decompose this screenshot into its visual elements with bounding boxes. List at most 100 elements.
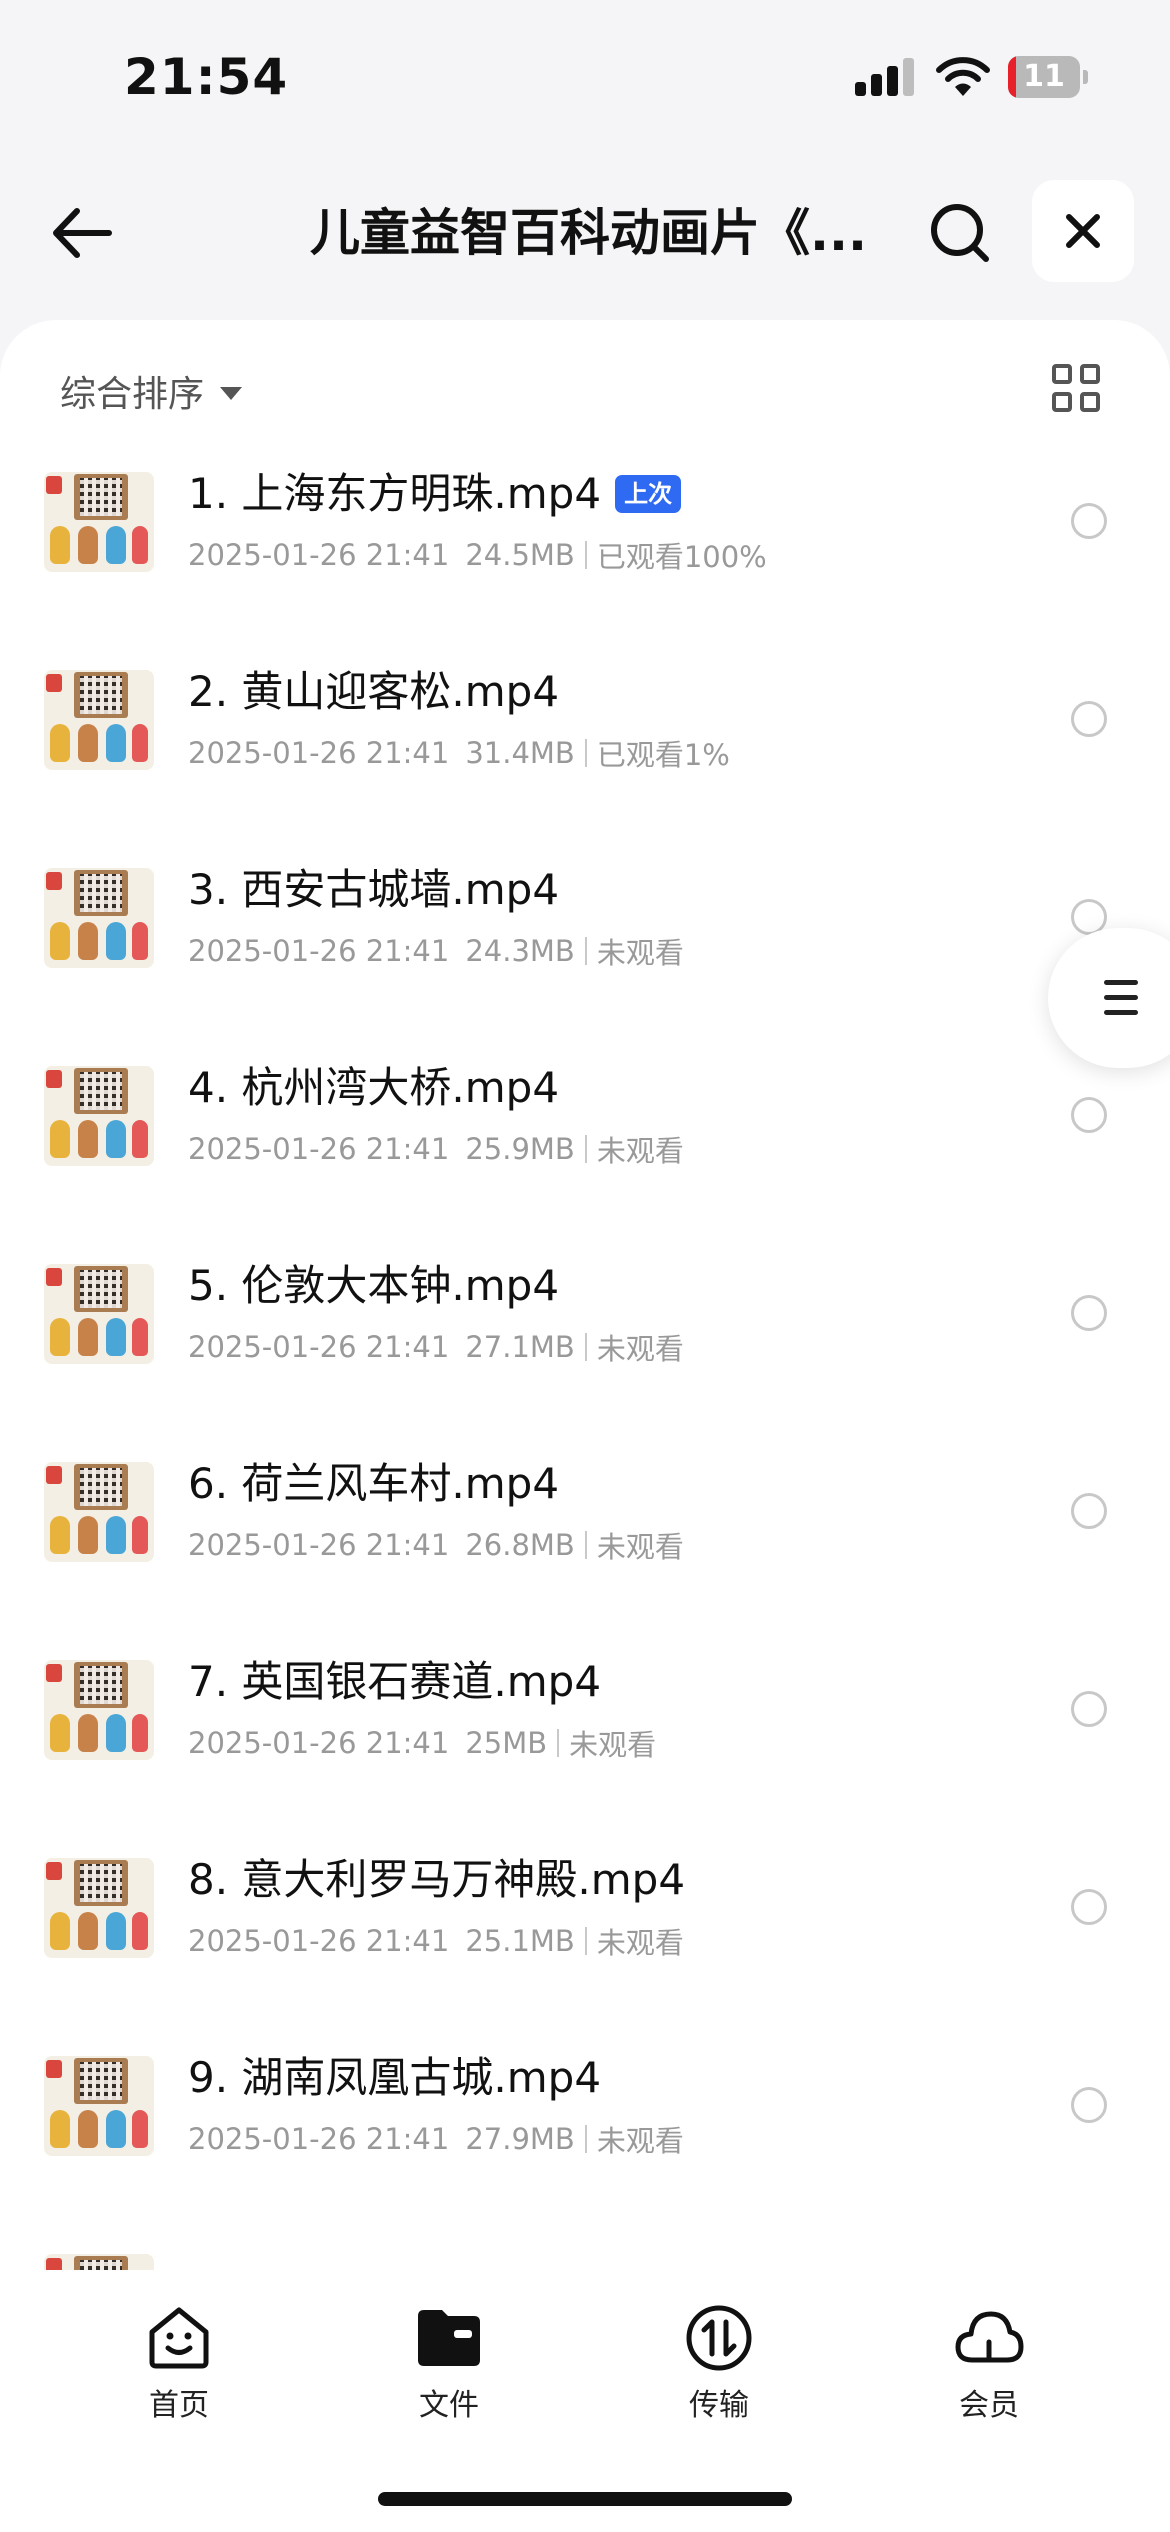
- last-watched-badge: 上次: [615, 475, 682, 513]
- file-meta: 2025-01-26 21:41 31.4MB 已观看1%: [188, 732, 730, 774]
- file-meta: 2025-01-26 21:41 27.9MB 未观看: [188, 2118, 684, 2160]
- home-indicator: [378, 2492, 792, 2506]
- file-name: 6. 荷兰风车村.mp4: [188, 1456, 559, 1512]
- meta-divider: [584, 1531, 587, 1559]
- search-icon: [931, 204, 989, 262]
- file-name: 7. 英国银石赛道.mp4: [188, 1654, 601, 1710]
- select-radio[interactable]: [1071, 1295, 1107, 1331]
- file-date: 2025-01-26 21:41: [188, 538, 450, 572]
- file-row[interactable]: 6. 荷兰风车村.mp4 2025-01-26 21:41 26.8MB 未观看: [0, 1410, 1170, 1608]
- tab-files[interactable]: 文件: [359, 2290, 539, 2423]
- file-name: 3. 西安古城墙.mp4: [188, 862, 559, 918]
- status-time: 21:54: [124, 48, 289, 106]
- battery-icon: 11: [1008, 56, 1088, 98]
- file-meta: 2025-01-26 21:41 24.5MB 已观看100%: [188, 534, 767, 576]
- file-date: 2025-01-26 21:41: [188, 736, 450, 770]
- file-name-text: 1. 上海东方明珠.mp4: [188, 469, 602, 518]
- select-radio[interactable]: [1071, 701, 1107, 737]
- file-name-text: 9. 湖南凤凰古城.mp4: [188, 2053, 602, 2102]
- file-size: 24.3MB: [465, 934, 575, 968]
- file-list-card: 综合排序 1. 上海东方明珠.mp4 上次 2025-01-26 21:41 2…: [0, 320, 1170, 2270]
- select-radio[interactable]: [1071, 1889, 1107, 1925]
- tab-home[interactable]: 首页: [89, 2290, 269, 2423]
- file-meta: 2025-01-26 21:41 24.3MB 未观看: [188, 930, 684, 972]
- file-size: 24.5MB: [465, 538, 575, 572]
- meta-divider: [584, 937, 587, 965]
- file-size: 31.4MB: [465, 736, 575, 770]
- file-name-text: 6. 荷兰风车村.mp4: [188, 1459, 560, 1508]
- file-name: 9. 湖南凤凰古城.mp4: [188, 2050, 601, 2106]
- file-row[interactable]: 2. 黄山迎客松.mp4 2025-01-26 21:41 31.4MB 已观看…: [0, 618, 1170, 816]
- file-date: 2025-01-26 21:41: [188, 1924, 450, 1958]
- watch-status: 已观看100%: [596, 540, 767, 574]
- watch-status: 未观看: [596, 1530, 684, 1564]
- select-radio[interactable]: [1071, 503, 1107, 539]
- page-title: 儿童益智百科动画片《...: [310, 204, 867, 262]
- search-button[interactable]: [922, 195, 998, 271]
- home-smile-icon: [149, 2307, 209, 2369]
- file-row[interactable]: 3. 西安古城墙.mp4 2025-01-26 21:41 24.3MB 未观看: [0, 816, 1170, 1014]
- nav-bar: 儿童益智百科动画片《...: [0, 170, 1170, 296]
- file-date: 2025-01-26 21:41: [188, 1330, 450, 1364]
- video-thumbnail: [44, 1858, 154, 1958]
- meta-divider: [557, 1729, 560, 1757]
- file-date: 2025-01-26 21:41: [188, 1726, 450, 1760]
- file-date: 2025-01-26 21:41: [188, 1528, 450, 1562]
- file-row-partial: [0, 2202, 1170, 2270]
- watch-status: 未观看: [596, 2124, 684, 2158]
- file-name-text: 2. 黄山迎客松.mp4: [188, 667, 560, 716]
- file-row[interactable]: 5. 伦敦大本钟.mp4 2025-01-26 21:41 27.1MB 未观看: [0, 1212, 1170, 1410]
- file-name: 8. 意大利罗马万神殿.mp4: [188, 1852, 685, 1908]
- status-bar: 21:54 11: [0, 0, 1170, 150]
- back-button[interactable]: [44, 195, 120, 271]
- meta-divider: [584, 1333, 587, 1361]
- file-row[interactable]: 9. 湖南凤凰古城.mp4 2025-01-26 21:41 27.9MB 未观…: [0, 2004, 1170, 2202]
- file-meta: 2025-01-26 21:41 25.1MB 未观看: [188, 1920, 684, 1962]
- tab-transfer[interactable]: 传输: [629, 2290, 809, 2423]
- tab-label: 文件: [419, 2388, 479, 2423]
- file-meta: 2025-01-26 21:41 25MB 未观看: [188, 1722, 656, 1764]
- file-name-text: 7. 英国银石赛道.mp4: [188, 1657, 602, 1706]
- meta-divider: [584, 1135, 587, 1163]
- file-row[interactable]: 1. 上海东方明珠.mp4 上次 2025-01-26 21:41 24.5MB…: [0, 420, 1170, 618]
- cloud-icon: [955, 2311, 1024, 2363]
- meta-divider: [584, 541, 587, 569]
- select-radio[interactable]: [1071, 1097, 1107, 1133]
- video-thumbnail: [44, 1066, 154, 1166]
- file-row[interactable]: 7. 英国银石赛道.mp4 2025-01-26 21:41 25MB 未观看: [0, 1608, 1170, 1806]
- grid-view-icon[interactable]: [1052, 364, 1100, 412]
- file-row[interactable]: 4. 杭州湾大桥.mp4 2025-01-26 21:41 25.9MB 未观看: [0, 1014, 1170, 1212]
- meta-divider: [584, 739, 587, 767]
- folder-icon: [418, 2310, 480, 2366]
- tab-vip[interactable]: 会员: [899, 2290, 1079, 2423]
- arrow-left-icon: [53, 208, 112, 258]
- file-size: 26.8MB: [465, 1528, 575, 1562]
- file-size: 25.1MB: [465, 1924, 575, 1958]
- file-row[interactable]: 8. 意大利罗马万神殿.mp4 2025-01-26 21:41 25.1MB …: [0, 1806, 1170, 2004]
- sort-label: 综合排序: [60, 374, 205, 415]
- video-thumbnail: [44, 670, 154, 770]
- caret-down-icon: [220, 386, 243, 400]
- watch-status: 未观看: [596, 1134, 684, 1168]
- file-name: 4. 杭州湾大桥.mp4: [188, 1060, 559, 1116]
- watch-status: 未观看: [596, 1332, 684, 1366]
- select-radio[interactable]: [1071, 2087, 1107, 2123]
- watch-status: 未观看: [596, 1926, 684, 1960]
- video-thumbnail: [44, 472, 154, 572]
- wifi-icon: [936, 57, 990, 96]
- tab-label: 会员: [959, 2388, 1019, 2423]
- file-name-text: 8. 意大利罗马万神殿.mp4: [188, 1855, 686, 1904]
- watch-status: 未观看: [596, 936, 684, 970]
- file-name-text: 3. 西安古城墙.mp4: [188, 865, 560, 914]
- file-size: 25.9MB: [465, 1132, 575, 1166]
- file-name: 2. 黄山迎客松.mp4: [188, 664, 559, 720]
- file-meta: 2025-01-26 21:41 26.8MB 未观看: [188, 1524, 684, 1566]
- video-thumbnail: [44, 1462, 154, 1562]
- video-thumbnail: [44, 1264, 154, 1364]
- sort-dropdown[interactable]: 综合排序: [60, 366, 243, 416]
- select-radio[interactable]: [1071, 1691, 1107, 1727]
- file-size: 27.9MB: [465, 2122, 575, 2156]
- close-button[interactable]: [1032, 180, 1134, 282]
- select-radio[interactable]: [1071, 1493, 1107, 1529]
- battery-level: 11: [1023, 59, 1065, 94]
